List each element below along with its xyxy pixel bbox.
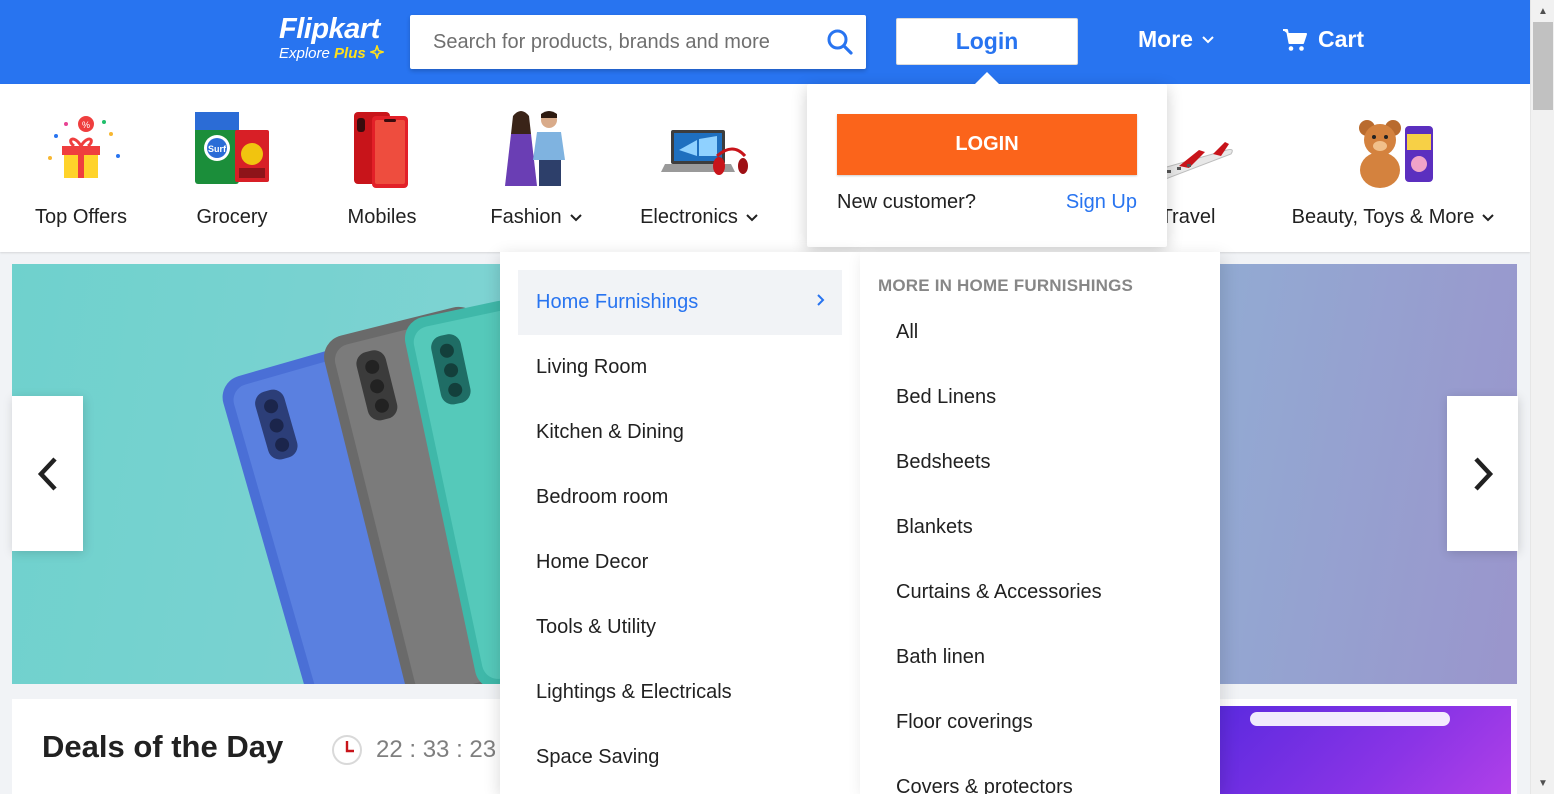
category-label: Beauty, Toys & More [1288, 206, 1498, 229]
submenu-item-bedsheets[interactable]: Bedsheets [896, 451, 991, 474]
chevron-right-icon [1473, 456, 1493, 491]
laptop-icon [639, 106, 759, 196]
category-label: Top Offers [35, 206, 127, 228]
chevron-down-icon [746, 213, 758, 221]
menu-item-lightings[interactable]: Lightings & Electricals [518, 660, 842, 725]
chevron-down-icon [1482, 213, 1495, 221]
banner-prev-button[interactable] [12, 396, 83, 551]
logo-explore: Explore [279, 45, 330, 62]
cart-icon [1283, 28, 1307, 51]
scroll-down-arrow-icon[interactable]: ▼ [1531, 774, 1554, 792]
scrollbar-thumb[interactable] [1533, 22, 1553, 110]
login-dropdown: LOGIN New customer? Sign Up [807, 72, 1167, 247]
chevron-down-icon [569, 213, 582, 221]
menu-item-label: Space Saving [536, 746, 660, 768]
search-input[interactable] [410, 15, 810, 69]
submenu-heading: MORE IN HOME FURNISHINGS [878, 276, 1134, 295]
cart-link[interactable]: Cart [1282, 26, 1364, 53]
category-label-text: Fashion [490, 206, 562, 228]
logo-subtext: Explore Plus [279, 43, 386, 63]
menu-item-label: Home Furnishings [536, 291, 699, 313]
more-label: More [1138, 26, 1193, 52]
teddy-icon [1338, 106, 1448, 196]
menu-item-space-saving[interactable]: Space Saving [518, 725, 842, 790]
search-icon [827, 29, 853, 55]
menu-item-label: Kitchen & Dining [536, 421, 684, 443]
category-label: Fashion [486, 206, 586, 229]
plus-star-icon [368, 43, 386, 61]
gift-icon: % [36, 106, 126, 196]
submenu-item-bed-linens[interactable]: Bed Linens [896, 386, 996, 409]
category-grocery[interactable]: Surf Grocery [186, 106, 278, 229]
flipkart-logo[interactable]: Flipkart Explore Plus [279, 13, 386, 63]
submenu-item-blankets[interactable]: Blankets [896, 516, 973, 539]
category-label: Electronics [634, 206, 764, 229]
top-header: Flipkart Explore Plus Login More [0, 0, 1530, 84]
chevron-left-icon [37, 456, 57, 491]
login-dropdown-button[interactable]: LOGIN [837, 114, 1137, 175]
mega-menu-subcategories: MORE IN HOME FURNISHINGS All Bed Linens … [860, 252, 1220, 794]
chevron-down-icon [1202, 35, 1214, 43]
menu-item-label: Living Room [536, 356, 648, 378]
category-label-text: Beauty, Toys & More [1291, 206, 1475, 228]
cart-label: Cart [1318, 26, 1365, 52]
category-strip: % Top Offers Surf Grocery Mobiles Fashio… [0, 84, 1530, 252]
submenu-item-floor-coverings[interactable]: Floor coverings [896, 711, 1033, 734]
more-menu[interactable]: More [1138, 26, 1215, 53]
menu-item-kitchen-dining[interactable]: Kitchen & Dining [518, 400, 842, 465]
page: Flipkart Explore Plus Login More [0, 0, 1554, 794]
signup-link[interactable]: Sign Up [1066, 191, 1137, 214]
menu-item-label: Tools & Utility [536, 616, 657, 638]
new-customer-text: New customer? [837, 191, 976, 213]
svg-text:%: % [82, 120, 90, 130]
category-fashion[interactable]: Fashion [486, 106, 586, 229]
category-label: Mobiles [347, 206, 417, 228]
submenu-item-bath-linen[interactable]: Bath linen [896, 646, 985, 669]
menu-item-home-furnishings[interactable]: Home Furnishings [518, 270, 842, 335]
deals-title: Deals of the Day [42, 729, 284, 764]
menu-item-tools-utility[interactable]: Tools & Utility [518, 595, 842, 660]
promo-banner[interactable] [1220, 706, 1511, 794]
phone-icon [337, 106, 427, 196]
menu-item-living-room[interactable]: Living Room [518, 335, 842, 400]
submenu-item-curtains[interactable]: Curtains & Accessories [896, 581, 1102, 604]
logo-text: Flipkart [279, 13, 380, 45]
logo-plus: Plus [334, 45, 366, 62]
category-beauty-toys-more[interactable]: Beauty, Toys & More [1288, 106, 1498, 229]
clock-icon [332, 735, 362, 765]
menu-item-label: Lightings & Electricals [536, 681, 732, 703]
category-mobiles[interactable]: Mobiles [336, 106, 428, 229]
menu-item-home-decor[interactable]: Home Decor [518, 530, 842, 595]
category-top-offers[interactable]: % Top Offers [30, 106, 132, 229]
fashion-icon [491, 106, 581, 196]
grocery-icon: Surf [187, 106, 277, 196]
chevron-right-icon [817, 294, 825, 306]
menu-item-label: Home Decor [536, 551, 649, 573]
mega-menu-categories: Home Furnishings Living Room Kitchen & D… [500, 252, 860, 794]
category-electronics[interactable]: Electronics [634, 106, 764, 229]
menu-item-label: Bedroom room [536, 486, 669, 508]
search-button[interactable] [814, 15, 866, 69]
banner-next-button[interactable] [1447, 396, 1518, 551]
search-bar [410, 15, 866, 69]
submenu-item-covers-protectors[interactable]: Covers & protectors [896, 776, 1073, 794]
svg-text:Surf: Surf [208, 144, 227, 154]
category-label: Grocery [196, 206, 268, 228]
scroll-up-arrow-icon[interactable]: ▲ [1531, 2, 1554, 20]
category-label-text: Electronics [640, 206, 738, 228]
submenu-item-all[interactable]: All [896, 321, 918, 344]
promo-highlight [1250, 712, 1450, 726]
menu-item-bedroom[interactable]: Bedroom room [518, 465, 842, 530]
vertical-scrollbar[interactable]: ▲ ▼ [1530, 0, 1554, 794]
login-button[interactable]: Login [896, 18, 1078, 65]
